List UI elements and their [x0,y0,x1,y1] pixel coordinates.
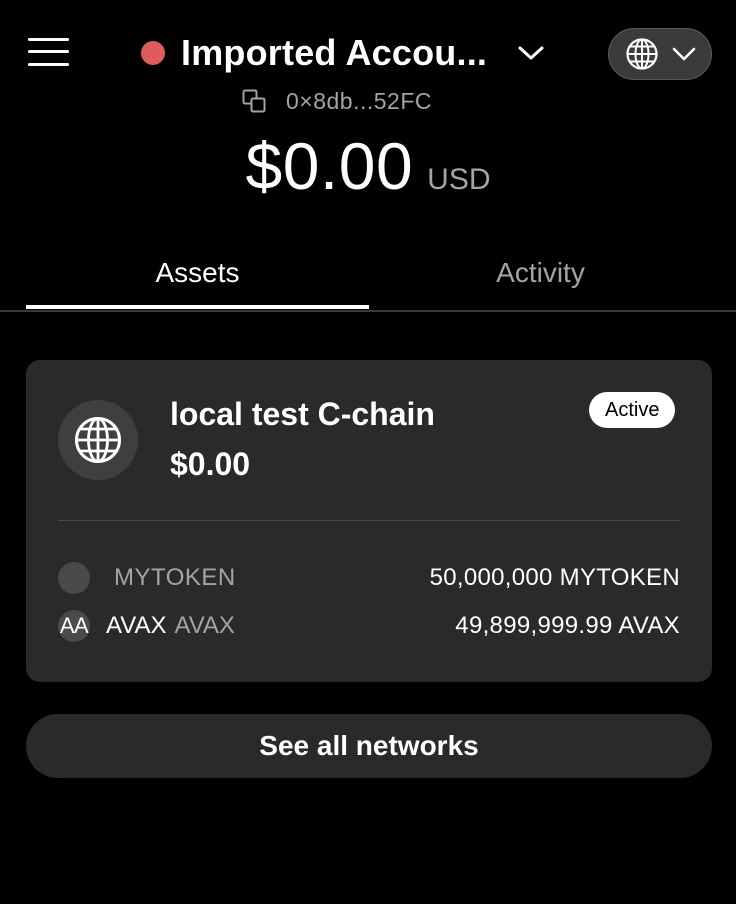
account-status-dot [141,41,165,65]
chevron-down-icon [518,46,544,60]
network-balance: $0.00 [170,446,251,482]
active-tab-indicator [26,305,369,309]
token-icon: AA [58,610,90,642]
menu-line [28,50,69,53]
token-name-group: AVAX AVAX [106,608,235,644]
active-badge: Active [589,392,676,428]
network-selector-button[interactable] [608,28,712,80]
menu-button[interactable] [28,36,70,68]
card-divider [58,520,680,521]
token-row[interactable]: AA AVAX AVAX 49,899,999.99 AVAX [58,608,680,644]
account-selector[interactable]: Imported Accou... [138,28,545,78]
balance-currency: USD [427,163,491,196]
globe-icon [626,38,658,70]
chevron-down-icon [672,47,696,61]
network-logo [58,400,138,480]
token-amount: 50,000,000 MYTOKEN [429,564,680,591]
see-all-networks-button[interactable]: See all networks [26,714,712,778]
account-name: Imported Accou... [181,32,488,73]
token-name: AVAX [106,612,167,639]
tabs-divider [0,310,736,312]
token-symbol: AVAX [174,612,235,639]
token-amount: 49,899,999.99 AVAX [455,612,680,639]
balance-value: $0.00 [245,129,414,203]
network-name: local test C-chain [170,396,435,432]
tab-assets[interactable]: Assets [26,250,369,310]
token-symbol: MYTOKEN [114,564,236,591]
total-balance: $0.00 USD [0,128,736,204]
address-text: 0×8db...52FC [286,87,433,114]
copy-icon[interactable] [242,89,266,113]
token-row[interactable]: MYTOKEN 50,000,000 MYTOKEN [58,560,680,596]
token-icon [58,562,90,594]
account-address: 0×8db...52FC [242,86,432,116]
menu-line [28,38,69,41]
globe-icon [75,417,121,463]
network-card[interactable]: local test C-chain $0.00 Active MYTOKEN … [26,360,712,682]
menu-line [28,63,69,66]
tab-activity[interactable]: Activity [369,250,712,310]
